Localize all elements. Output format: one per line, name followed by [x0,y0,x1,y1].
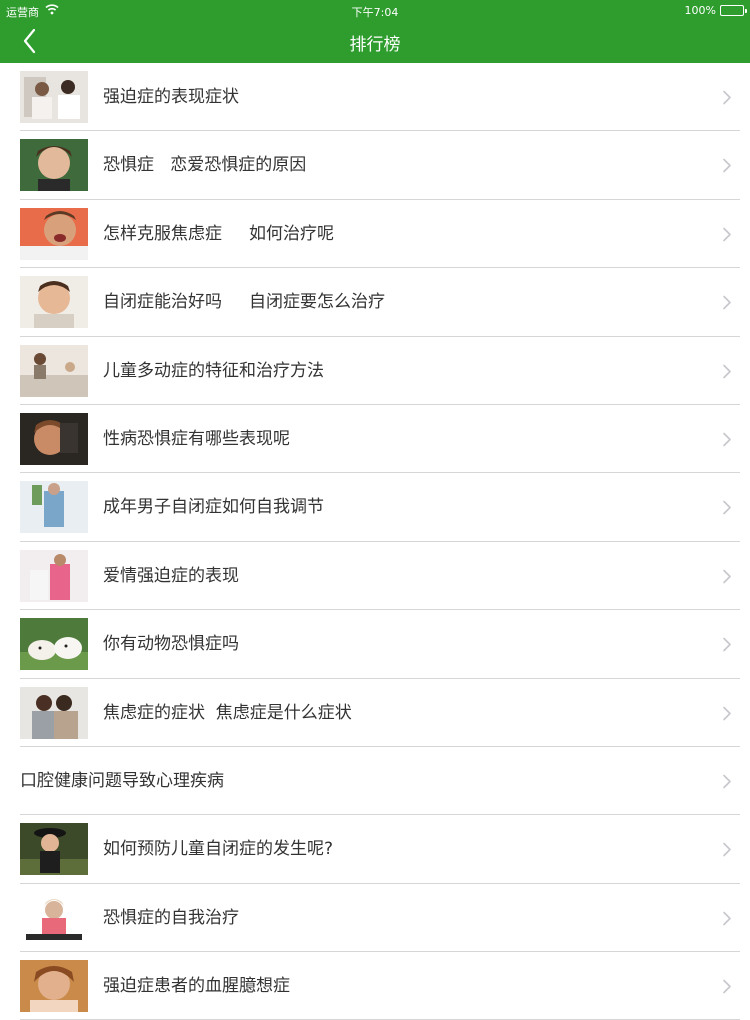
list-item[interactable]: 儿童多动症的特征和治疗方法 [20,337,740,405]
list-item-title: 儿童多动症的特征和治疗方法 [103,360,324,381]
list-item[interactable]: 爱情强迫症的表现 [20,542,740,611]
ranking-list: 强迫症的表现症状恐惧症 恋爱恐惧症的原因怎样克服焦虑症 如何治疗呢自闭症能治好吗… [0,63,750,1020]
article-thumbnail [20,618,88,671]
list-item-title: 自闭症能治好吗 自闭症要怎么治疗 [103,292,386,313]
chevron-right-icon [722,774,732,789]
article-thumbnail [20,960,88,1013]
article-thumbnail [20,276,88,329]
chevron-right-icon [722,637,732,652]
status-time: 下午7:04 [351,6,399,19]
list-item[interactable]: 焦虑症的症状 焦虑症是什么症状 [20,679,740,747]
list-item-title: 如何预防儿童自闭症的发生呢? [103,839,334,860]
article-thumbnail [20,686,88,739]
article-thumbnail [20,549,88,602]
battery-percent: 100% [684,4,716,17]
page-title: 排行榜 [349,35,401,55]
status-bar: 运营商 下午7:04 100% [0,0,750,20]
list-item[interactable]: 强迫症患者的血腥臆想症 [20,952,740,1020]
chevron-right-icon [722,90,732,105]
list-item-title: 焦虑症的症状 焦虑症是什么症状 [103,702,352,723]
list-item[interactable]: 性病恐惧症有哪些表现呢 [20,405,740,474]
chevron-right-icon [722,227,732,242]
list-item-title: 强迫症患者的血腥臆想症 [103,976,290,997]
list-item-title: 爱情强迫症的表现 [103,565,239,586]
list-item-title: 成年男子自闭症如何自我调节 [103,497,324,518]
article-thumbnail [20,207,88,260]
article-thumbnail [20,481,88,534]
list-item[interactable]: 自闭症能治好吗 自闭症要怎么治疗 [20,268,740,337]
list-item-title: 恐惧症的自我治疗 [103,907,239,928]
article-thumbnail [20,344,88,397]
battery-icon [720,5,747,16]
chevron-right-icon [722,842,732,857]
navigation-bar: 排行榜 [0,20,750,63]
list-item-title: 强迫症的表现症状 [103,87,239,107]
chevron-right-icon [722,706,732,721]
list-item[interactable]: 成年男子自闭症如何自我调节 [20,473,740,542]
article-thumbnail [20,891,88,944]
list-item[interactable]: 口腔健康问题导致心理疾病 [20,747,740,816]
article-thumbnail [20,823,88,876]
chevron-right-icon [722,911,732,926]
list-item-title: 你有动物恐惧症吗 [103,634,239,655]
chevron-right-icon [722,295,732,310]
list-item-title: 恐惧症 恋爱恐惧症的原因 [103,155,307,176]
article-thumbnail [20,412,88,465]
list-item[interactable]: 如何预防儿童自闭症的发生呢? [20,815,740,884]
list-item[interactable]: 恐惧症的自我治疗 [20,884,740,953]
header: 运营商 下午7:04 100% 排行榜 [0,0,750,63]
list-item[interactable]: 恐惧症 恋爱恐惧症的原因 [20,131,740,200]
list-item-title: 怎样克服焦虑症 如何治疗呢 [103,223,335,244]
chevron-right-icon [722,432,732,447]
chevron-right-icon [722,569,732,584]
list-item[interactable]: 强迫症的表现症状 [20,63,740,132]
article-thumbnail [20,139,88,192]
chevron-right-icon [722,158,732,173]
article-thumbnail [20,71,88,123]
list-item-title: 性病恐惧症有哪些表现呢 [103,428,290,449]
chevron-right-icon [722,500,732,515]
chevron-right-icon [722,364,732,379]
list-item[interactable]: 怎样克服焦虑症 如何治疗呢 [20,200,740,269]
list-item-title: 口腔健康问题导致心理疾病 [20,770,224,791]
chevron-right-icon [722,979,732,994]
list-item[interactable]: 你有动物恐惧症吗 [20,610,740,679]
